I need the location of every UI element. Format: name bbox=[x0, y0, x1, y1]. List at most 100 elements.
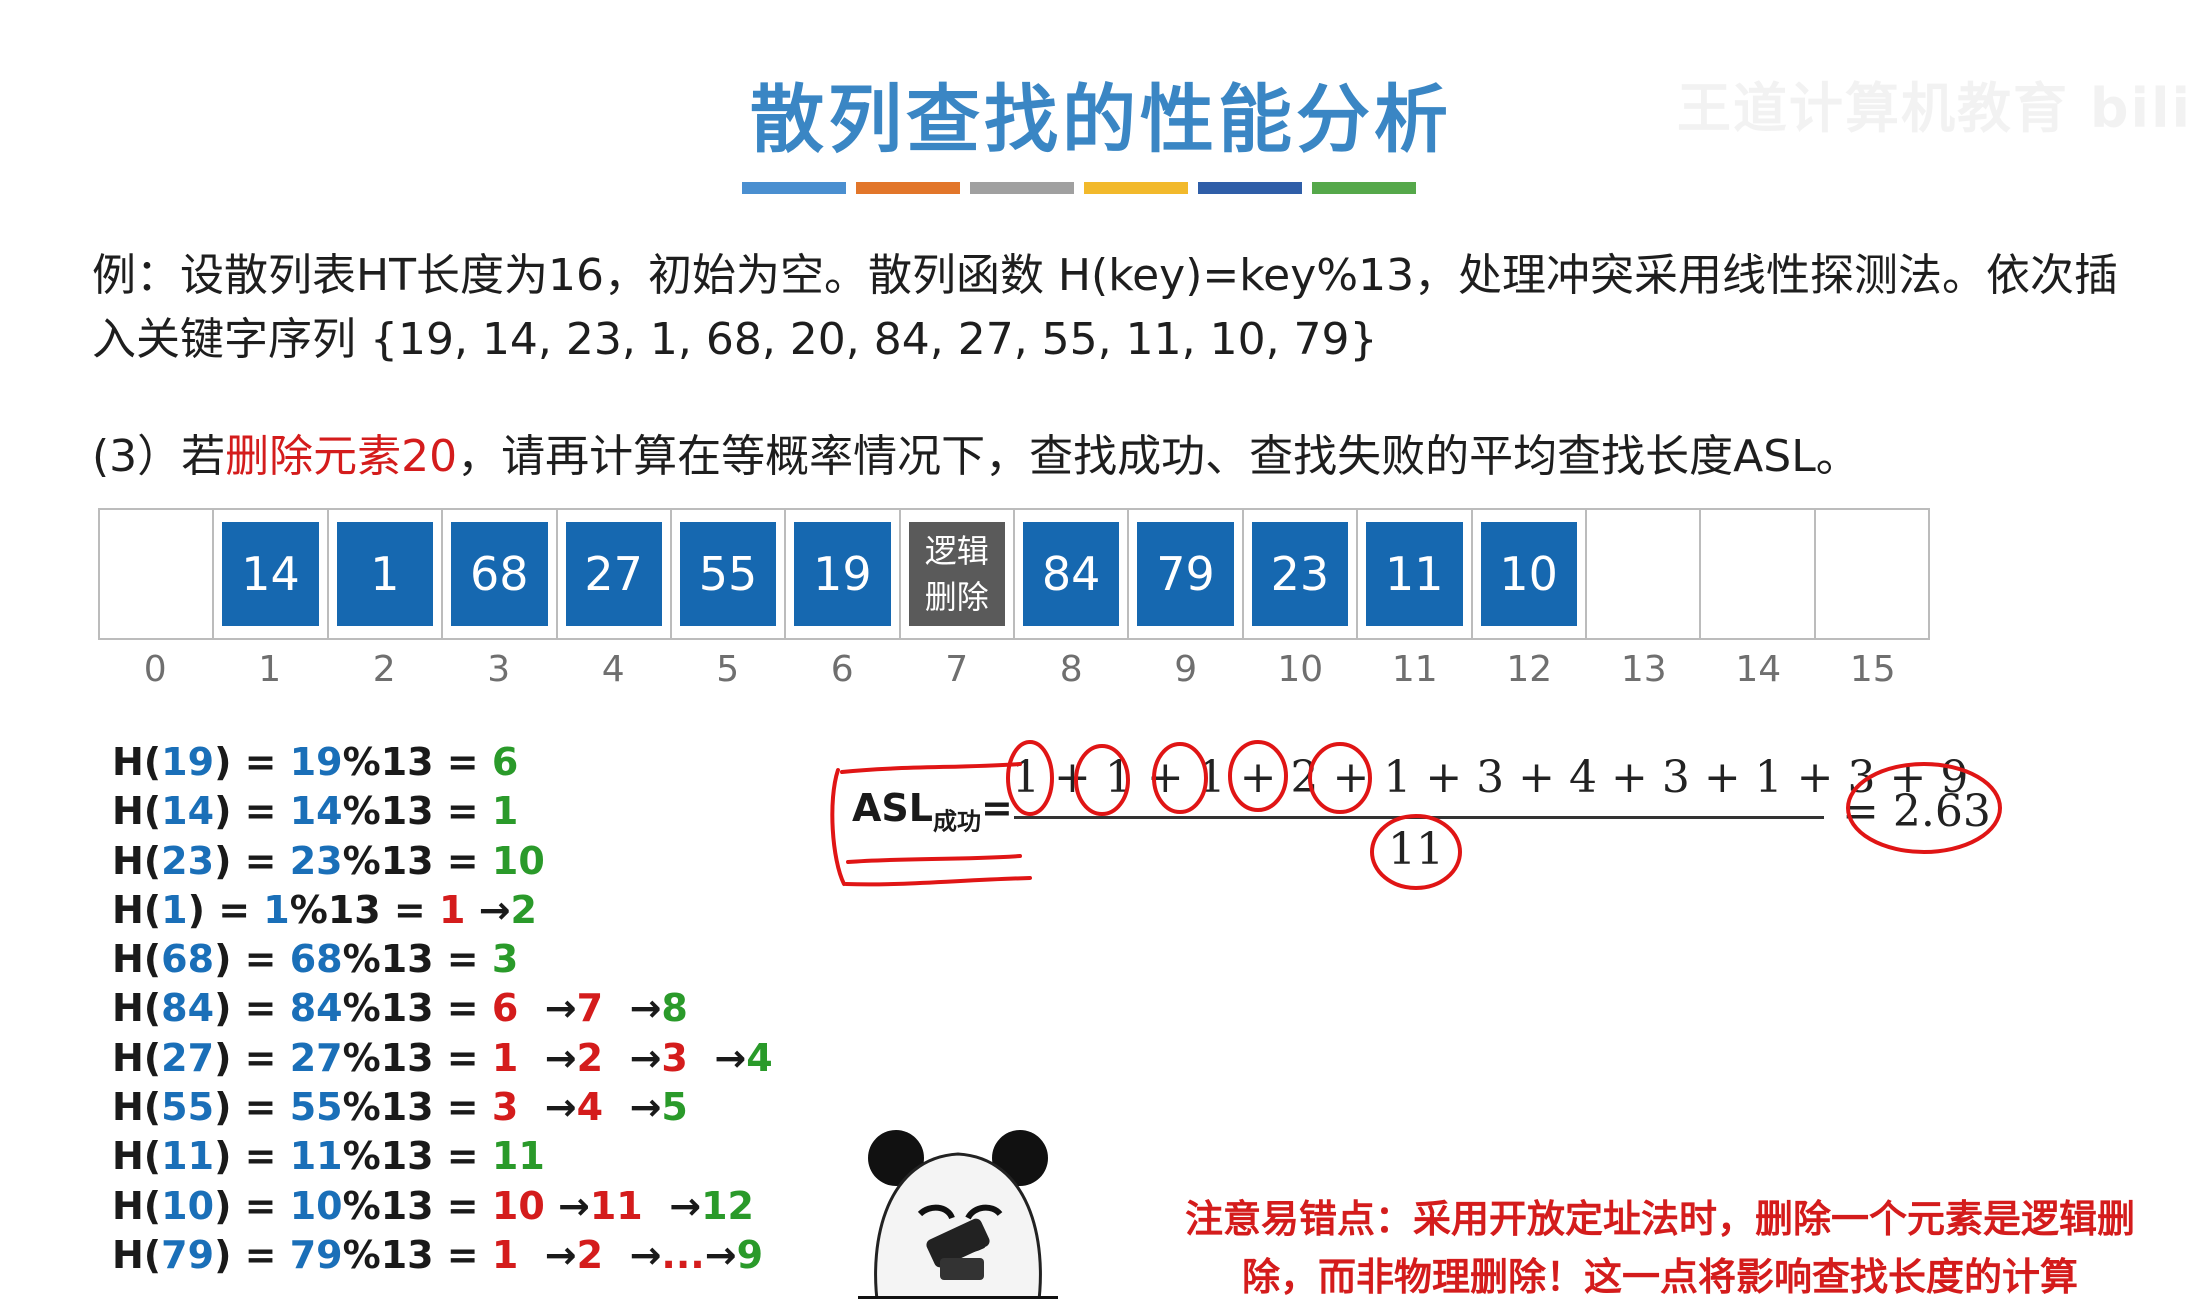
probe-address: 9 bbox=[736, 1232, 764, 1277]
hash-calc-row: H(11) = 11%13 = 11 bbox=[112, 1132, 773, 1181]
slot-index: 7 bbox=[945, 649, 969, 690]
hash-value: 10 bbox=[1480, 522, 1577, 626]
probe-arrow: → bbox=[544, 1183, 590, 1228]
hash-calc-row: H(1) = 1%13 = 1 →2 bbox=[112, 886, 773, 935]
hash-slot-8: 84 bbox=[1015, 510, 1130, 638]
calc-head: H( bbox=[112, 887, 162, 932]
slot-index: 8 bbox=[1059, 649, 1083, 690]
slot-index: 13 bbox=[1620, 649, 1667, 690]
probe-address: 6 bbox=[491, 986, 519, 1031]
hash-slot-14 bbox=[1701, 510, 1816, 638]
probe-address: ... bbox=[661, 1232, 705, 1277]
panda-meme-image bbox=[858, 1130, 1058, 1299]
probe-address: 12 bbox=[701, 1183, 754, 1228]
hash-calc-row: H(27) = 27%13 = 1 →2 →3 →4 bbox=[112, 1034, 773, 1083]
hash-slot-6: 19 bbox=[786, 510, 901, 638]
asl-equals: = bbox=[981, 786, 1013, 830]
calc-head: H( bbox=[112, 1035, 162, 1080]
calc-head: H( bbox=[112, 937, 162, 982]
calc-key2: 55 bbox=[289, 1085, 343, 1130]
hash-table-indices: 0 1 2 3 4 5 6 7 8 9 10 11 12 13 14 15 bbox=[98, 644, 1930, 696]
calc-key2: 11 bbox=[289, 1134, 343, 1179]
hash-calc-row: H(14) = 14%13 = 1 bbox=[112, 787, 773, 836]
calc-key2: 1 bbox=[263, 887, 290, 932]
warning-note-line-1: 注意易错点：采用开放定址法时，删除一个元素是逻辑删 bbox=[1184, 1197, 2135, 1241]
calc-key: 55 bbox=[161, 1085, 215, 1130]
hash-slot-13 bbox=[1587, 510, 1702, 638]
hash-calc-row: H(79) = 79%13 = 1 →2 →...→9 bbox=[112, 1231, 773, 1280]
calc-key2: 23 bbox=[289, 838, 343, 883]
calc-head: H( bbox=[112, 1183, 162, 1228]
question-highlight: 删除元素20 bbox=[225, 431, 458, 482]
calc-head: H( bbox=[112, 789, 162, 834]
calc-key: 79 bbox=[161, 1232, 215, 1277]
hash-slot-12: 10 bbox=[1473, 510, 1587, 638]
asl-denominator: 11 bbox=[1388, 824, 1444, 875]
warning-note-line-2: 除，而非物理删除！这一点将影响查找长度的计算 bbox=[1241, 1255, 2078, 1299]
calc-mid1: ) = bbox=[214, 937, 290, 982]
probe-address: 3 bbox=[491, 937, 519, 982]
hash-value: 23 bbox=[1251, 522, 1349, 626]
probe-address: 1 bbox=[491, 1035, 519, 1080]
slot-index: 2 bbox=[372, 649, 396, 690]
probe-address: 11 bbox=[589, 1183, 643, 1228]
probe-address: 10 bbox=[491, 838, 545, 883]
hash-slot-2: 1 bbox=[329, 510, 444, 638]
problem-statement: 例：设散列表HT长度为16，初始为空。散列函数 H(key)=key%13，处理… bbox=[92, 244, 2132, 372]
calc-key: 19 bbox=[161, 740, 215, 784]
calc-head: H( bbox=[112, 986, 162, 1031]
calc-mod: %13 = bbox=[342, 789, 492, 834]
slot-index: 12 bbox=[1506, 649, 1553, 690]
probe-address: 1 bbox=[439, 887, 466, 932]
calc-mod: %13 = bbox=[342, 838, 492, 883]
probe-address: 1 bbox=[491, 789, 519, 834]
calc-key: 27 bbox=[161, 1035, 215, 1080]
probe-address: 7 bbox=[576, 986, 604, 1031]
calc-key: 23 bbox=[161, 838, 215, 883]
deleted-marker: 逻辑 删除 bbox=[908, 522, 1005, 626]
probe-address: 6 bbox=[491, 740, 519, 784]
calc-mod: %13 = bbox=[342, 1085, 492, 1130]
calc-key2: 19 bbox=[289, 740, 343, 784]
calc-mod: %13 = bbox=[342, 1035, 492, 1080]
hash-slot-0 bbox=[100, 510, 215, 638]
probe-address: 11 bbox=[491, 1134, 545, 1179]
hash-value: 84 bbox=[1023, 522, 1120, 626]
fraction-line bbox=[1014, 816, 1824, 819]
probe-address: 4 bbox=[576, 1085, 604, 1130]
hash-value: 55 bbox=[679, 522, 777, 626]
hash-calc-row: H(84) = 84%13 = 6 →7 →8 bbox=[112, 984, 773, 1033]
calc-mid1: ) = bbox=[187, 887, 264, 932]
probe-arrow: → bbox=[642, 1183, 702, 1228]
probe-arrow: → bbox=[603, 1085, 662, 1130]
calc-mod: %13 = bbox=[289, 887, 440, 932]
watermark: 王道计算机教育 bili bbox=[1677, 77, 2192, 140]
calc-mid1: ) = bbox=[214, 1085, 290, 1130]
probe-arrow: → bbox=[687, 1035, 747, 1080]
calc-key2: 84 bbox=[289, 986, 343, 1031]
calc-head: H( bbox=[112, 1134, 162, 1179]
hash-value: 1 bbox=[336, 522, 434, 626]
probe-arrow: → bbox=[603, 1035, 662, 1080]
title-bar-segment bbox=[1084, 182, 1188, 194]
probe-arrow: → bbox=[518, 1035, 577, 1080]
probe-arrow: → bbox=[518, 1085, 577, 1130]
slot-index: 6 bbox=[830, 649, 854, 690]
calc-mod: %13 = bbox=[342, 986, 492, 1031]
hash-value: 19 bbox=[794, 522, 891, 626]
asl-result-equals: = bbox=[1842, 786, 1879, 837]
title-bar-segment bbox=[970, 182, 1074, 194]
probe-arrow: → bbox=[518, 986, 577, 1031]
hash-slot-5: 55 bbox=[672, 510, 787, 638]
probe-address: 2 bbox=[510, 887, 537, 932]
calc-head: H( bbox=[112, 1085, 162, 1130]
asl-success-label: ASL成功= bbox=[852, 786, 1013, 837]
hash-value: 68 bbox=[451, 522, 548, 626]
hash-slot-7: 逻辑 删除 bbox=[901, 510, 1015, 638]
underline-mark bbox=[846, 854, 1022, 864]
slot-index: 15 bbox=[1849, 649, 1896, 690]
calc-mod: %13 = bbox=[342, 1134, 492, 1179]
hash-value: 79 bbox=[1137, 522, 1234, 626]
probe-address: 5 bbox=[661, 1085, 688, 1130]
warning-note: 注意易错点：采用开放定址法时，删除一个元素是逻辑删 除，而非物理删除！这一点将影… bbox=[1150, 1190, 2170, 1299]
